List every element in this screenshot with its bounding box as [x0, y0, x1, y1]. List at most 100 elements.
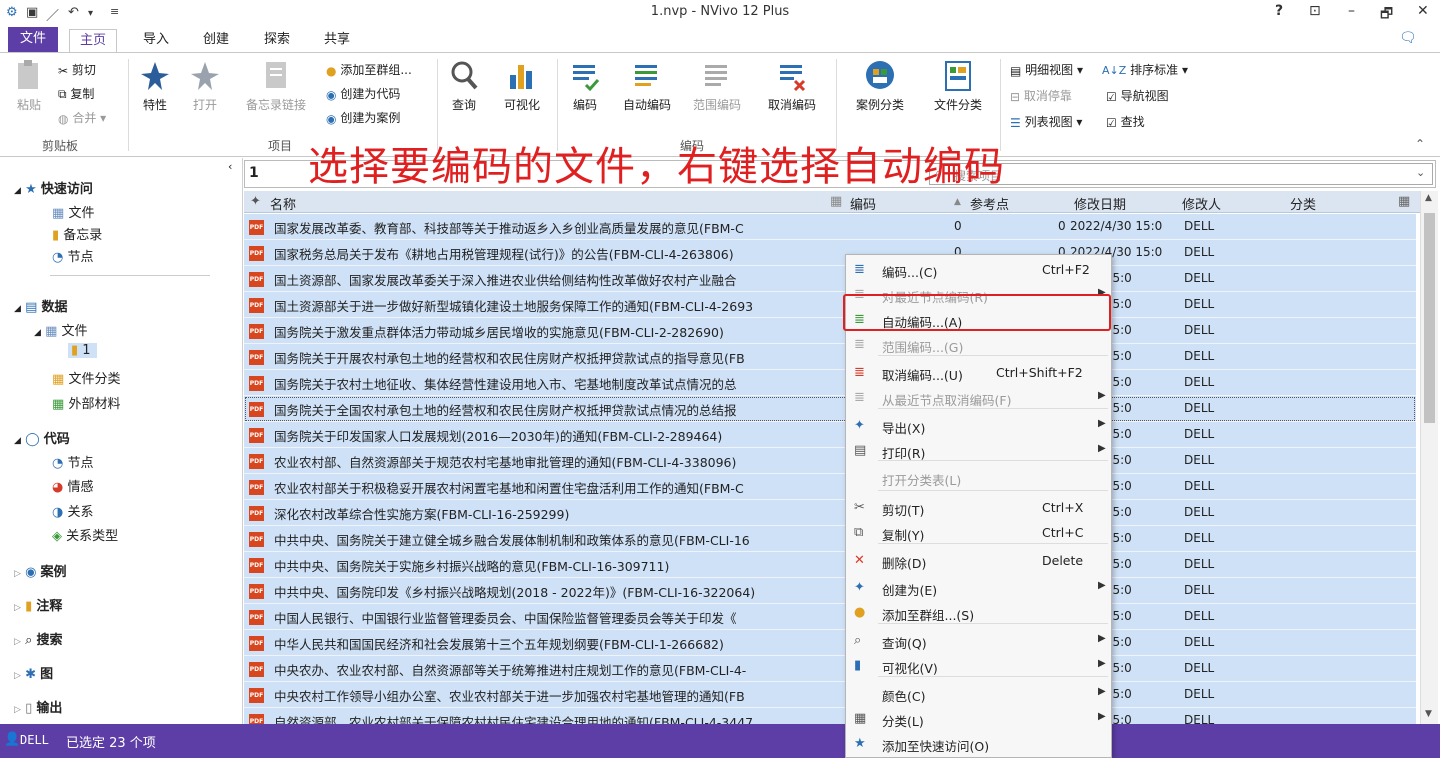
nav-relation-types[interactable]: ◈ 关系类型: [52, 525, 118, 544]
nav-relations[interactable]: ◑ 关系: [52, 501, 94, 520]
minimize-button[interactable]: –: [1348, 3, 1355, 19]
file-classify-button[interactable]: 文件分类: [928, 59, 988, 113]
find-toggle[interactable]: ☑ 查找: [1106, 113, 1145, 130]
table-row[interactable]: PDF 农业农村部关于积极稳妥开展农村闲置宅基地和闲置住宅盘活利用工作的通知(FB…: [244, 474, 1416, 500]
context-menu-item[interactable]: ✦ 导出(X) ▶: [846, 413, 1111, 438]
nav-quick-access[interactable]: ◢ ★ 快速访问: [14, 178, 93, 197]
nav-files[interactable]: ◢ ▦ 文件: [34, 320, 88, 339]
context-menu-item[interactable]: ● 添加至群组...(S): [846, 600, 1111, 625]
nav-view-toggle[interactable]: ☑ 导航视图: [1106, 87, 1169, 104]
nav-file-classifications[interactable]: ▦ 文件分类: [52, 368, 120, 387]
table-row[interactable]: PDF 中央农办、农业农村部、自然资源部等关于统筹推进村庄规划工作的意见(FBM-…: [244, 656, 1416, 682]
nav-sentiment[interactable]: ◕ 情感: [52, 476, 94, 495]
search-dropdown-icon[interactable]: ⌄: [1416, 166, 1425, 179]
nav-externals[interactable]: ▦ 外部材料: [52, 393, 120, 412]
undock-button[interactable]: ⊟ 取消停靠: [1010, 87, 1072, 104]
table-row[interactable]: PDF 中华人民共和国国民经济和社会发展第十三个五年规划纲要(FBM-CLI-1-…: [244, 630, 1416, 656]
tab-import[interactable]: 导入: [133, 29, 179, 52]
maximize-button[interactable]: 🗗: [1380, 3, 1393, 27]
context-menu-item[interactable]: ✦ 创建为(E) ▶: [846, 575, 1111, 600]
table-row[interactable]: PDF 中央农村工作领导小组办公室、农业农村部关于进一步加强农村宅基地管理的通知(…: [244, 682, 1416, 708]
copy-button[interactable]: ⧉ 复制: [58, 85, 94, 102]
collapse-sidebar-icon[interactable]: ‹: [228, 160, 232, 173]
col-name[interactable]: 名称: [270, 194, 296, 213]
uncode-button[interactable]: 取消编码: [762, 59, 822, 113]
context-menu-item[interactable]: ✕ 删除(D) Delete: [846, 548, 1111, 573]
context-menu-item[interactable]: ▮ 可视化(V) ▶: [846, 653, 1111, 678]
properties-button[interactable]: 特性: [135, 59, 175, 113]
table-row[interactable]: PDF 国务院关于开展农村承包土地的经营权和农民住房财产权抵押贷款试点的指导意见(…: [244, 344, 1416, 370]
nav-codes[interactable]: ◢ ◯ 代码: [14, 428, 70, 447]
table-row[interactable]: PDF 国务院关于激发重点群体活力带动城乡居民增收的实施意见(FBM-CLI-2-…: [244, 318, 1416, 344]
table-row[interactable]: PDF 国土资源部关于进一步做好新型城镇化建设土地服务保障工作的通知(FBM-CL…: [244, 292, 1416, 318]
col-modified[interactable]: 修改日期: [1074, 194, 1126, 213]
auto-code-button[interactable]: 自动编码: [616, 59, 678, 113]
ribbon-display-button[interactable]: ⊡: [1309, 3, 1321, 19]
table-row[interactable]: PDF 国家税务总局关于发布《耕地占用税管理规程(试行)》的公告(FBM-CLI-…: [244, 240, 1416, 266]
tab-explore[interactable]: 探索: [254, 29, 300, 52]
tab-file[interactable]: 文件: [8, 27, 59, 52]
col-codes[interactable]: 编码: [850, 194, 876, 213]
add-to-group-button[interactable]: ● 添加至群组...: [326, 61, 412, 78]
sort-by-button[interactable]: A↓Z 排序标准 ▾: [1102, 61, 1188, 78]
open-button[interactable]: 打开: [185, 59, 225, 113]
table-row[interactable]: PDF 国务院关于农村土地征收、集体经营性建设用地入市、宅基地制度改革试点情况的总…: [244, 370, 1416, 396]
nav-search[interactable]: ▷ ⌕ 搜索: [14, 629, 63, 648]
code-button[interactable]: 编码: [565, 59, 605, 113]
close-button[interactable]: ✕: [1417, 3, 1429, 19]
table-row[interactable]: PDF 中国人民银行、中国银行业监督管理委员会、中国保险监督管理委员会等关于印发《…: [244, 604, 1416, 630]
table-row[interactable]: PDF 中共中央、国务院关于建立健全城乡融合发展体制机制和政策体系的意见(FBM-…: [244, 526, 1416, 552]
list-view-button[interactable]: ☰ 列表视图 ▾: [1010, 113, 1082, 130]
table-row[interactable]: PDF 国家发展改革委、教育部、科技部等关于推动返乡入乡创业高质量发展的意见(FB…: [244, 214, 1416, 240]
col-modified-by[interactable]: 修改人: [1182, 194, 1221, 213]
nav-data[interactable]: ◢ ▤ 数据: [14, 296, 68, 315]
tab-create[interactable]: 创建: [193, 29, 239, 52]
nav-notes[interactable]: ▷ ▮ 注释: [14, 595, 62, 614]
merge-button[interactable]: ◍ 合并 ▾: [58, 109, 106, 126]
context-menu-item[interactable]: ✂ 剪切(T) Ctrl+X: [846, 495, 1111, 520]
vertical-scrollbar[interactable]: ▲ ▼: [1420, 191, 1438, 724]
context-menu-item[interactable]: ≣ 编码...(C) Ctrl+F2: [846, 257, 1111, 282]
column-chooser-icon[interactable]: ▦: [1398, 194, 1410, 209]
nav-nodes[interactable]: ◔ 节点: [52, 452, 94, 471]
tab-share[interactable]: 共享: [314, 29, 360, 52]
scroll-down-icon[interactable]: ▼: [1425, 709, 1432, 719]
context-menu-item[interactable]: ⧉ 复制(Y) Ctrl+C: [846, 520, 1111, 545]
detail-view-button[interactable]: ▤ 明细视图 ▾: [1010, 61, 1083, 78]
cut-button[interactable]: ✂ 剪切: [58, 61, 96, 78]
case-classify-button[interactable]: 案例分类: [848, 59, 912, 113]
nav-maps[interactable]: ▷ ✱ 图: [14, 663, 53, 682]
nav-cases[interactable]: ▷ ◉ 案例: [14, 561, 67, 580]
table-row[interactable]: PDF 中共中央、国务院关于实施乡村振兴战略的意见(FBM-CLI-16-3097…: [244, 552, 1416, 578]
help-button[interactable]: ?: [1275, 3, 1283, 19]
context-menu-item[interactable]: ≣ 取消编码...(U) Ctrl+Shift+F2: [846, 360, 1111, 385]
col-classification[interactable]: 分类: [1290, 194, 1316, 213]
context-menu-item[interactable]: ▦ 分类(L) ▶: [846, 706, 1111, 731]
table-row[interactable]: PDF 国土资源部、国家发展改革委关于深入推进农业供给侧结构性改革做好农村产业融合…: [244, 266, 1416, 292]
table-row[interactable]: PDF 中共中央、国务院印发《乡村振兴战略规划(2018 - 2022年)》(FB…: [244, 578, 1416, 604]
nav-folder-1[interactable]: ▮ 1: [68, 343, 97, 358]
context-menu-item[interactable]: ⌕ 查询(Q) ▶: [846, 628, 1111, 653]
range-code-button[interactable]: 范围编码: [688, 59, 746, 113]
memo-link-button[interactable]: 备忘录链接: [240, 59, 312, 113]
nav-qa-nodes[interactable]: ◔ 节点: [52, 246, 94, 265]
comment-icon[interactable]: 🗨: [1399, 30, 1417, 46]
paste-button[interactable]: 粘贴: [12, 59, 46, 113]
nav-qa-memos[interactable]: ▮ 备忘录: [52, 224, 102, 243]
context-menu-item[interactable]: ▤ 打印(R) ▶: [846, 438, 1111, 463]
table-row[interactable]: PDF 国务院关于全国农村承包土地的经营权和农民住房财产权抵押贷款试点情况的总结报…: [244, 396, 1416, 422]
scroll-up-icon[interactable]: ▲: [1425, 193, 1432, 203]
collapse-ribbon-icon[interactable]: ⌃: [1415, 137, 1425, 151]
context-menu-item[interactable]: ★ 添加至快速访问(O): [846, 731, 1111, 756]
tab-home[interactable]: 主页: [69, 29, 118, 52]
create-as-code-button[interactable]: ◉ 创建为代码: [326, 85, 400, 102]
table-row[interactable]: PDF 国务院关于印发国家人口发展规划(2016—2030年)的通知(FBM-CL…: [244, 422, 1416, 448]
table-row[interactable]: PDF 农业农村部、自然资源部关于规范农村宅基地审批管理的通知(FBM-CLI-4…: [244, 448, 1416, 474]
col-refs[interactable]: 参考点: [970, 194, 1009, 213]
context-menu-item[interactable]: 颜色(C) ▶: [846, 681, 1111, 706]
scroll-thumb[interactable]: [1424, 213, 1435, 423]
create-as-case-button[interactable]: ◉ 创建为案例: [326, 109, 400, 126]
visualize-button[interactable]: 可视化: [500, 59, 544, 113]
nav-output[interactable]: ▷ ▯ 输出: [14, 697, 62, 716]
table-row[interactable]: PDF深化农村改革综合性实施方案(FBM-CLI-16-259299)/4/30…: [244, 500, 1416, 526]
